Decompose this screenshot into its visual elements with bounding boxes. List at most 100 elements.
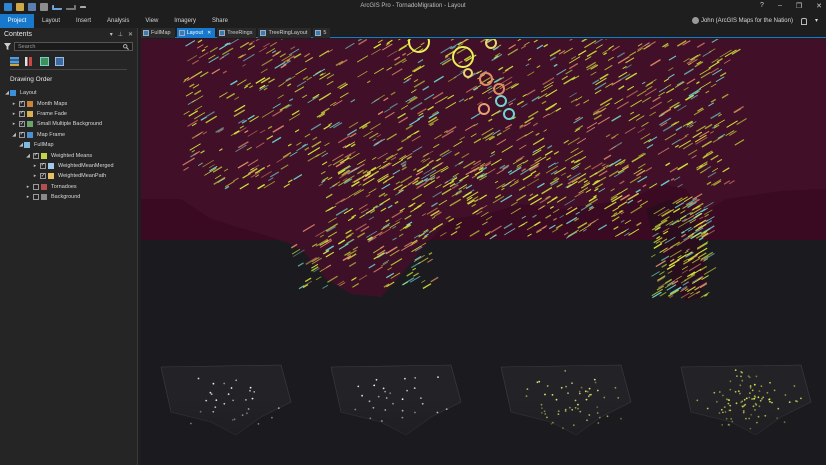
layer-row[interactable]: ▸ Tornadoes (0, 182, 137, 192)
tornado-track (304, 277, 312, 283)
layer-row[interactable]: ▸ ✓ Small Multiple Background (0, 119, 137, 129)
monthly-density-dot (739, 392, 741, 395)
notifications-icon[interactable] (800, 17, 807, 25)
expand-toggle-icon[interactable]: ▸ (25, 184, 31, 190)
layer-visibility-checkbox[interactable]: ✓ (40, 162, 46, 169)
monthly-density-dot (729, 380, 732, 383)
view-tab[interactable]: Layout ✕ (176, 28, 216, 38)
ribbon-menu-chevron-icon[interactable]: ▾ (815, 14, 818, 28)
layer-visibility-checkbox[interactable]: ✓ (40, 173, 46, 180)
pane-close-icon[interactable]: ✕ (128, 31, 133, 38)
tornado-track (412, 272, 419, 277)
layer-label: Map Frame (37, 131, 66, 138)
search-icon[interactable] (123, 43, 129, 50)
filter-icon[interactable] (4, 43, 11, 50)
layer-visibility-checkbox[interactable]: ✓ (33, 152, 39, 159)
monthly-density-dot (734, 369, 737, 371)
expand-toggle-icon[interactable]: ▸ (32, 163, 38, 169)
search-input[interactable]: Search (14, 42, 133, 51)
app-logo-icon (4, 3, 12, 11)
monthly-density-dot (713, 391, 716, 394)
tornado-track (421, 279, 426, 283)
tab-share[interactable]: Share (204, 14, 236, 28)
open-icon[interactable] (16, 3, 24, 11)
view-tab[interactable]: TreeRingLayout (258, 28, 312, 38)
monthly-density-dot (544, 393, 546, 396)
close-button[interactable]: ✕ (816, 2, 822, 10)
layer-visibility-checkbox[interactable] (33, 194, 39, 201)
tab-analysis[interactable]: Analysis (99, 14, 137, 28)
expand-toggle-icon[interactable]: ◢ (11, 132, 17, 138)
layer-type-icon (41, 194, 47, 201)
expand-toggle-icon[interactable]: ▸ (25, 194, 31, 200)
tornado-track (428, 252, 433, 256)
search-row: Search (0, 40, 137, 53)
redo-icon[interactable] (66, 4, 76, 10)
customize-toolbar-icon[interactable] (80, 5, 86, 9)
layer-row[interactable]: ▸ ✓ WeightedMeanMerged (0, 161, 137, 171)
layer-row[interactable]: ◢ FullMap (0, 140, 137, 150)
tornado-track (700, 292, 710, 298)
layer-row[interactable]: ◢ ✓ Weighted Means (0, 150, 137, 160)
view-tab[interactable]: 5 (313, 28, 331, 38)
view-tab[interactable]: TreeRings (217, 28, 257, 38)
layer-row[interactable]: ▸ ✓ WeightedMeanPath (0, 171, 137, 181)
view-tab-label: FullMap (151, 30, 171, 36)
expand-toggle-icon[interactable]: ◢ (25, 153, 31, 159)
monthly-density-dot (590, 393, 592, 396)
expand-toggle-icon[interactable]: ▸ (11, 121, 17, 127)
layout-map-view[interactable] (141, 39, 826, 465)
monthly-density-dot (734, 390, 737, 393)
tab-imagery[interactable]: Imagery (166, 14, 204, 28)
close-tab-icon[interactable]: ✕ (207, 28, 211, 38)
layer-visibility-checkbox[interactable]: ✓ (19, 100, 25, 107)
pane-options-icon[interactable]: ▾ (110, 31, 113, 38)
tornado-track (293, 249, 305, 257)
expand-toggle-icon[interactable]: ▸ (32, 173, 38, 179)
layer-label: WeightedMeanMerged (58, 162, 114, 169)
monthly-density-dot (437, 376, 439, 378)
save-icon[interactable] (28, 3, 36, 11)
tab-view[interactable]: View (137, 14, 166, 28)
layer-visibility-checkbox[interactable]: ✓ (19, 110, 25, 117)
view-tab-icon (315, 30, 322, 36)
tab-insert[interactable]: Insert (68, 14, 99, 28)
layer-row[interactable]: ◢ Layout (0, 88, 137, 98)
list-by-editing-icon[interactable] (55, 56, 64, 66)
expand-toggle-icon[interactable]: ▸ (11, 111, 17, 117)
monthly-density-dot (389, 392, 392, 395)
print-icon[interactable] (40, 3, 48, 11)
layer-row[interactable]: ▸ ✓ Frame Fade (0, 109, 137, 119)
monthly-density-dot (375, 378, 378, 381)
layer-row[interactable]: ▸ Background (0, 192, 137, 202)
layer-type-icon (41, 152, 47, 159)
layer-visibility-checkbox[interactable]: ✓ (19, 131, 25, 138)
monthly-density-dot (758, 390, 761, 392)
list-by-source-icon[interactable] (25, 56, 34, 66)
map-canvas[interactable] (141, 39, 826, 465)
undo-icon[interactable] (52, 4, 62, 10)
monthly-density-dot (197, 377, 200, 380)
layer-row[interactable]: ▸ ✓ Month Maps (0, 98, 137, 108)
restore-button[interactable]: ❐ (796, 2, 802, 10)
auto-hide-icon[interactable]: ⊥ (118, 31, 123, 38)
layer-label: Layout (20, 90, 37, 97)
help-button[interactable]: ? (760, 2, 764, 10)
view-tab-label: Layout (186, 30, 204, 36)
layer-row[interactable]: ◢ ✓ Map Frame (0, 130, 137, 140)
monthly-density-dot (525, 395, 528, 397)
user-account[interactable]: John (ArcGIS Maps for the Nation) ▾ (691, 14, 818, 28)
expand-toggle-icon[interactable]: ▸ (11, 101, 17, 107)
layer-visibility-checkbox[interactable] (33, 183, 39, 190)
monthly-density-dot (748, 376, 751, 379)
list-by-drawing-order-icon[interactable] (10, 56, 19, 66)
list-by-selection-icon[interactable] (40, 56, 49, 66)
layer-visibility-checkbox[interactable]: ✓ (19, 121, 25, 128)
monthly-density-dot (586, 390, 589, 393)
monthly-density-dot (749, 386, 752, 389)
tab-layout[interactable]: Layout (34, 14, 68, 28)
monthly-density-dot (551, 394, 554, 396)
minimize-button[interactable]: – (778, 2, 782, 10)
view-tab[interactable]: FullMap (141, 28, 175, 38)
tab-project[interactable]: Project (0, 14, 34, 28)
